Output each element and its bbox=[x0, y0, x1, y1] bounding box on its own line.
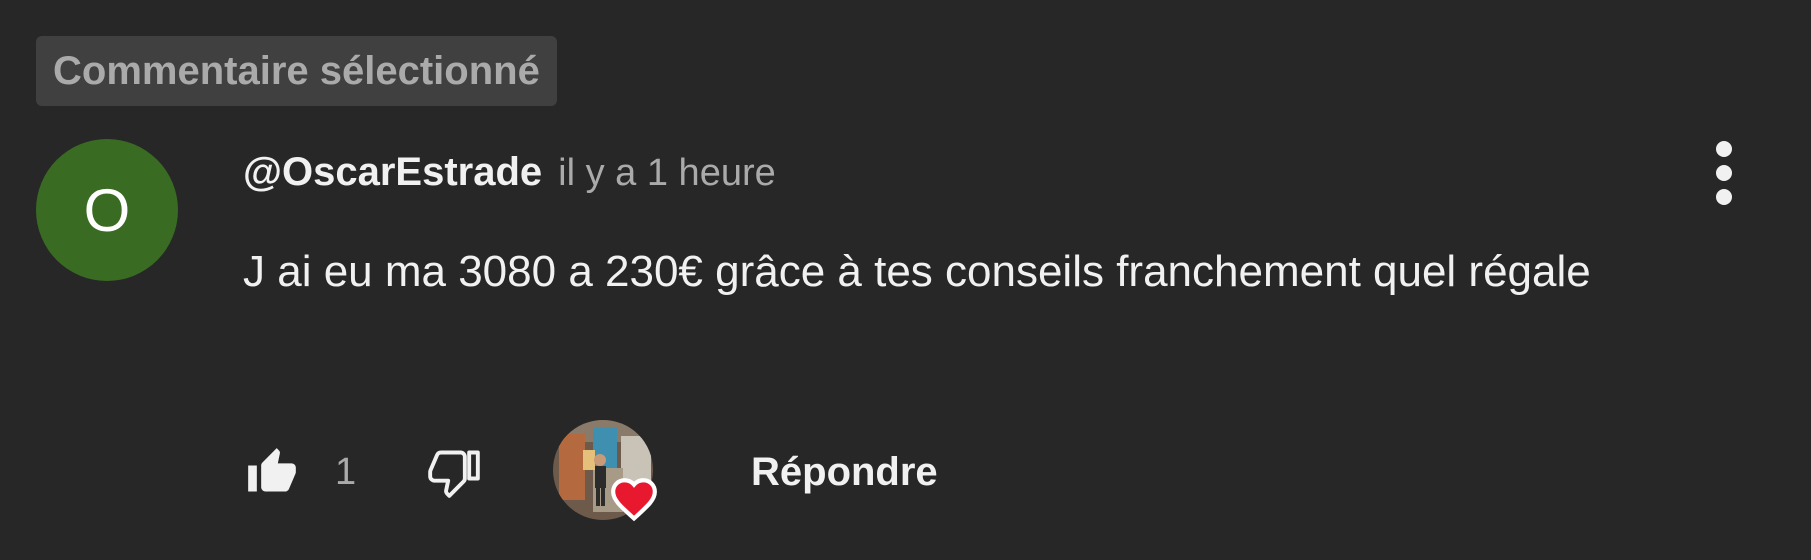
comment-actions: 1 Répondre bbox=[243, 420, 938, 524]
comment-header: @OscarEstrade il y a 1 heure bbox=[243, 150, 776, 195]
more-actions-button[interactable] bbox=[1700, 136, 1748, 210]
selected-comment-badge: Commentaire sélectionné bbox=[36, 36, 557, 106]
comment-timestamp[interactable]: il y a 1 heure bbox=[558, 152, 776, 195]
thumbs-down-icon bbox=[428, 450, 480, 498]
thumbs-up-icon bbox=[248, 448, 296, 492]
author-name[interactable]: @OscarEstrade bbox=[243, 150, 542, 195]
avatar-letter: O bbox=[83, 176, 131, 244]
author-avatar[interactable]: O bbox=[36, 139, 178, 281]
vertical-dots-icon bbox=[1716, 141, 1732, 205]
creator-heart bbox=[553, 420, 657, 524]
like-button[interactable] bbox=[243, 443, 301, 501]
heart-icon bbox=[611, 478, 657, 522]
comment-text: J ai eu ma 3080 a 230€ grâce à tes conse… bbox=[243, 247, 1591, 296]
reply-button[interactable]: Répondre bbox=[751, 450, 938, 495]
dislike-button[interactable] bbox=[425, 443, 483, 501]
like-count: 1 bbox=[335, 450, 357, 493]
